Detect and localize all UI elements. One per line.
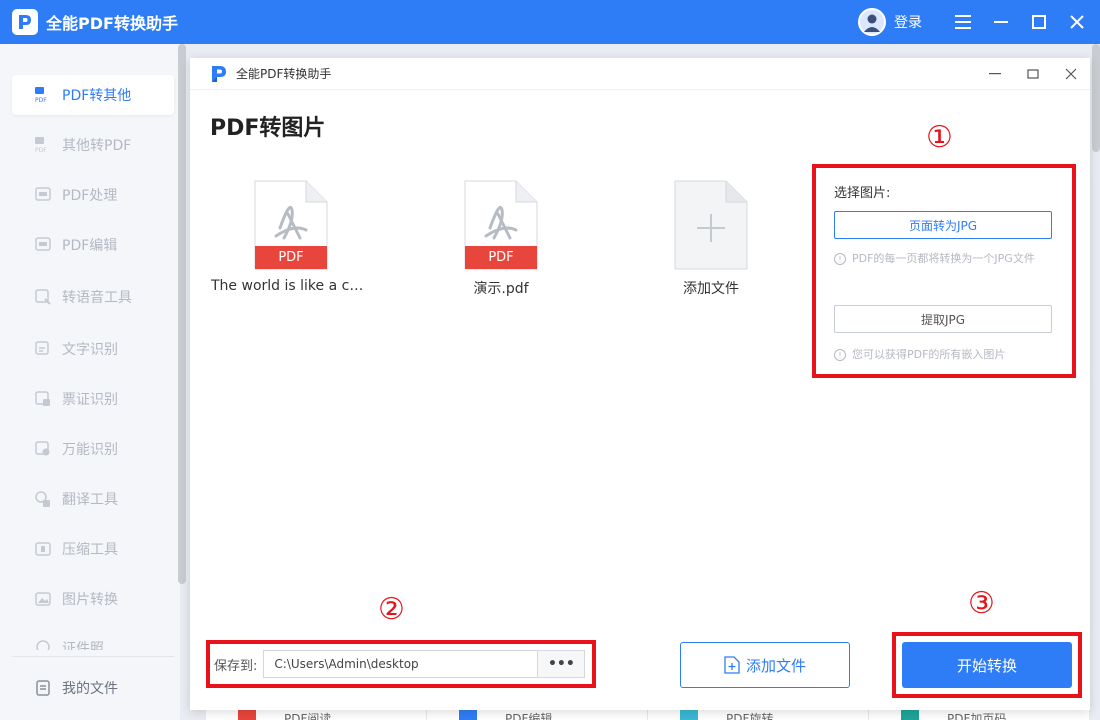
sidebar-scrollbar[interactable]: [178, 44, 186, 584]
menu-icon[interactable]: [944, 0, 982, 44]
sidebar-item-pdf-to-other[interactable]: PDF PDF转其他: [12, 75, 174, 115]
sidebar-item-label: PDF处理: [62, 188, 118, 204]
to-pdf-icon: PDF: [34, 136, 52, 154]
add-file-button[interactable]: 添加文件: [680, 642, 850, 688]
sidebar-divider: [12, 656, 174, 657]
sidebar-item-label: 转语音工具: [62, 290, 132, 306]
sidebar-item-image-convert[interactable]: 图片转换: [12, 579, 174, 619]
sidebar-item-ocr[interactable]: 文字识别: [12, 329, 174, 369]
pdf-process-icon: [34, 186, 52, 204]
sidebar-item-label: 翻译工具: [62, 492, 118, 508]
sidebar-item-voice-tool[interactable]: 转语音工具: [12, 277, 174, 317]
svg-text:PDF: PDF: [35, 147, 47, 154]
sidebar-item-label: 万能识别: [62, 442, 118, 458]
sidebar-item-pdf-process[interactable]: PDF处理: [12, 175, 174, 215]
pdf-convert-icon: PDF: [34, 86, 52, 104]
option1-hint: ! PDF的每一页都将转换为一个JPG文件: [834, 250, 1056, 267]
voice-icon: [34, 288, 52, 306]
sidebar-item-pdf-edit[interactable]: PDF编辑: [12, 225, 174, 265]
app-logo-icon: [12, 9, 38, 35]
info-icon: !: [834, 349, 846, 361]
dialog-titlebar: 全能PDF转换助手: [190, 58, 1090, 90]
sidebar-item-id-photo[interactable]: 证件照: [12, 626, 174, 650]
main-scrollbar[interactable]: [1092, 44, 1100, 152]
pdf-edit-icon: [34, 236, 52, 254]
dialog-maximize-icon[interactable]: [1014, 58, 1052, 90]
tile-label: PDF加页码: [947, 712, 1007, 720]
convert-dialog: 全能PDF转换助手 PDF转图片 PDF The world is like a…: [190, 58, 1090, 710]
app-title: 全能PDF转换助手: [46, 14, 178, 33]
annotation-3: ③: [968, 586, 995, 621]
sidebar-item-my-files[interactable]: 我的文件: [12, 668, 174, 708]
pdf-badge: PDF: [278, 250, 304, 265]
compress-icon: [34, 540, 52, 558]
add-file-tile[interactable]: 添加文件: [631, 180, 791, 298]
annotation-2: ②: [378, 592, 405, 627]
sidebar-item-ticket-recognize[interactable]: 票证识别: [12, 379, 174, 419]
ocr-icon: [34, 340, 52, 358]
sidebar: PDF PDF转其他 PDF 其他转PDF PDF处理 PDF编辑 转语音工具 …: [0, 44, 180, 720]
login-link[interactable]: 登录: [894, 12, 922, 32]
start-convert-button[interactable]: 开始转换: [902, 642, 1072, 688]
sidebar-item-label: 票证识别: [62, 392, 118, 408]
pdf-file-icon: PDF: [464, 180, 538, 270]
pdf-file-icon: PDF: [254, 180, 328, 270]
sidebar-item-label: 图片转换: [62, 592, 118, 608]
dialog-minimize-icon[interactable]: [976, 58, 1014, 90]
sidebar-item-label: 其他转PDF: [62, 138, 132, 154]
options-title: 选择图片:: [834, 186, 891, 201]
dialog-logo-icon: [208, 63, 230, 85]
app-titlebar: 全能PDF转换助手 登录: [0, 0, 1100, 44]
dialog-close-icon[interactable]: [1052, 58, 1090, 90]
add-file-icon: [674, 180, 748, 270]
file-name: The world is like a ch...: [211, 278, 371, 294]
info-icon: !: [834, 253, 846, 265]
tile-label: PDF阅读: [284, 712, 332, 720]
sidebar-item-label: 文字识别: [62, 342, 118, 358]
sidebar-item-label: 我的文件: [62, 681, 118, 697]
file-item[interactable]: PDF The world is like a ch...: [211, 180, 371, 294]
universal-recognize-icon: [34, 440, 52, 458]
pdf-badge: PDF: [488, 250, 514, 265]
save-path-group: 保存到: •••: [206, 640, 596, 688]
sidebar-item-translate[interactable]: 翻译工具: [12, 479, 174, 519]
save-to-label: 保存到:: [214, 658, 258, 674]
maximize-icon[interactable]: [1020, 0, 1058, 44]
file-name: 演示.pdf: [473, 281, 529, 297]
sidebar-item-other-to-pdf[interactable]: PDF 其他转PDF: [12, 125, 174, 165]
annotation-1: ①: [926, 120, 953, 155]
user-avatar-icon[interactable]: [858, 8, 886, 36]
svg-text:PDF: PDF: [35, 97, 47, 104]
add-file-label: 添加文件: [683, 281, 739, 297]
sidebar-item-compress[interactable]: 压缩工具: [12, 529, 174, 569]
minimize-icon[interactable]: [982, 0, 1020, 44]
my-files-icon: [34, 679, 52, 697]
tile-label: PDF编辑: [505, 712, 553, 720]
hint-text: PDF的每一页都将转换为一个JPG文件: [852, 252, 1035, 265]
add-file-icon: [724, 656, 740, 674]
start-button-highlight: 开始转换: [892, 632, 1082, 698]
sidebar-item-label: PDF编辑: [62, 238, 118, 254]
save-path-input[interactable]: [263, 650, 538, 678]
close-icon[interactable]: [1058, 0, 1096, 44]
extract-jpg-button[interactable]: 提取JPG: [834, 305, 1052, 333]
sidebar-item-label: 证件照: [62, 641, 104, 650]
file-item[interactable]: PDF 演示.pdf: [421, 180, 581, 298]
ticket-icon: [34, 390, 52, 408]
page-title: PDF转图片: [210, 116, 326, 141]
translate-icon: [34, 490, 52, 508]
page-to-jpg-button[interactable]: 页面转为JPG: [834, 211, 1052, 239]
option2-hint: ! 您可以获得PDF的所有嵌入图片: [834, 346, 1056, 363]
image-options-panel: 选择图片: 页面转为JPG ! PDF的每一页都将转换为一个JPG文件 提取JP…: [812, 164, 1076, 378]
sidebar-item-universal-recognize[interactable]: 万能识别: [12, 429, 174, 469]
tile-label: PDF旋转: [726, 712, 774, 720]
add-file-button-label: 添加文件: [745, 656, 806, 675]
browse-button[interactable]: •••: [537, 650, 586, 678]
sidebar-item-label: 压缩工具: [62, 542, 118, 558]
image-convert-icon: [34, 590, 52, 608]
hint-text: 您可以获得PDF的所有嵌入图片: [852, 348, 1006, 361]
id-photo-icon: [34, 638, 52, 650]
sidebar-item-label: PDF转其他: [62, 88, 132, 104]
dialog-title: 全能PDF转换助手: [236, 67, 332, 81]
